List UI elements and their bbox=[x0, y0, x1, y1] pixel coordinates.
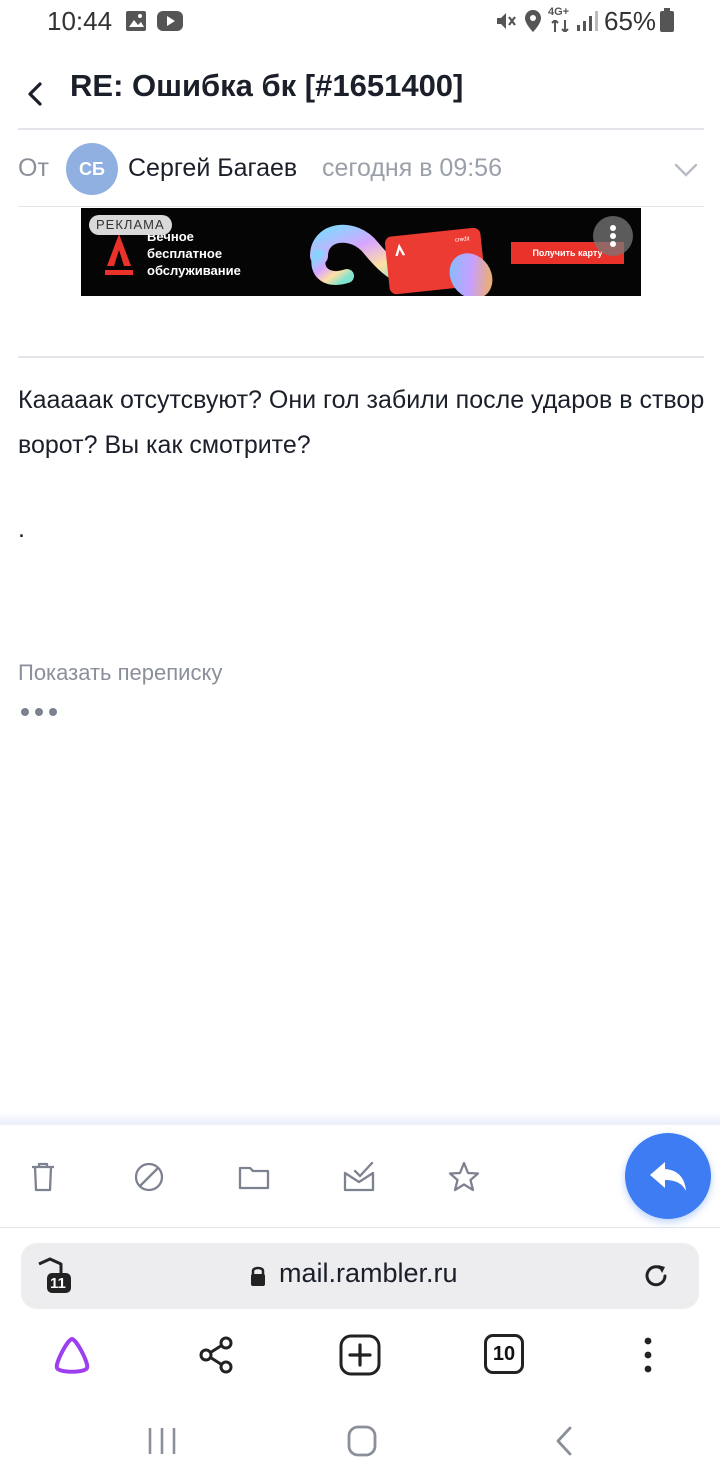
tab-count: 10 bbox=[492, 1342, 516, 1365]
reply-button[interactable] bbox=[625, 1133, 711, 1219]
share-icon[interactable] bbox=[194, 1333, 238, 1377]
sender-name[interactable]: Сергей Багаев bbox=[128, 154, 297, 183]
ad-menu-button[interactable] bbox=[593, 216, 633, 256]
status-time: 10:44 bbox=[47, 6, 113, 36]
tab-count-button[interactable]: 10 bbox=[484, 1334, 524, 1374]
ad-label: РЕКЛАМА bbox=[89, 215, 172, 235]
trash-icon[interactable] bbox=[25, 1159, 61, 1195]
youtube-icon bbox=[157, 11, 183, 31]
home-icon[interactable] bbox=[342, 1424, 382, 1458]
show-thread-link[interactable]: Показать переписку bbox=[18, 660, 222, 686]
more-vertical-icon[interactable] bbox=[626, 1333, 670, 1377]
chevron-down-icon[interactable] bbox=[672, 156, 700, 184]
ad-banner[interactable]: Вечное бесплатное обслуживание credit По… bbox=[81, 208, 641, 296]
sent-time: сегодня в 09:56 bbox=[322, 154, 502, 182]
divider bbox=[18, 128, 704, 130]
star-icon[interactable] bbox=[446, 1159, 482, 1195]
more-vertical-icon bbox=[610, 225, 616, 247]
avatar: СБ bbox=[66, 143, 118, 195]
mark-read-icon[interactable] bbox=[341, 1159, 377, 1195]
reply-icon bbox=[650, 1162, 686, 1191]
back-button[interactable] bbox=[18, 74, 54, 114]
new-tab-icon[interactable] bbox=[338, 1333, 382, 1377]
alice-assistant-icon[interactable] bbox=[50, 1333, 94, 1377]
alfa-logo-icon bbox=[105, 234, 133, 275]
action-bar bbox=[0, 1124, 720, 1228]
shield-count: 11 bbox=[50, 1275, 66, 1292]
url-text[interactable]: mail.rambler.ru bbox=[279, 1258, 458, 1289]
location-icon bbox=[525, 10, 541, 32]
reload-icon[interactable] bbox=[641, 1261, 671, 1291]
message-body: Каааaак отсутсвуют? Они гол забили после… bbox=[18, 386, 705, 459]
recent-apps-icon[interactable] bbox=[142, 1424, 182, 1458]
browser-nav: 10 bbox=[0, 1325, 720, 1385]
back-nav-icon[interactable] bbox=[544, 1424, 584, 1458]
avatar-initials: СБ bbox=[79, 158, 105, 179]
ad-graphic-icon: credit bbox=[310, 224, 493, 296]
data-arrows-icon bbox=[551, 20, 569, 32]
status-bar: 10:44 4G+ 65% bbox=[0, 0, 720, 44]
system-nav bbox=[0, 1410, 720, 1480]
battery-icon bbox=[660, 8, 674, 32]
mute-icon bbox=[497, 13, 516, 29]
message-dot: . bbox=[18, 515, 25, 543]
from-label: От bbox=[18, 154, 49, 182]
ad-text: Вечное бесплатное обслуживание bbox=[147, 229, 241, 278]
email-header: RE: Ошибка бк [#1651400] bbox=[0, 56, 720, 126]
divider bbox=[18, 356, 704, 358]
gallery-icon bbox=[126, 11, 146, 31]
browser-url-bar[interactable]: 11 mail.rambler.ru bbox=[21, 1243, 699, 1309]
network-type: 4G+ bbox=[548, 6, 570, 18]
signal-icon bbox=[577, 11, 598, 31]
sender-row[interactable]: От СБ Сергей Багаев сегодня в 09:56 bbox=[0, 140, 720, 200]
tabs-shield-button[interactable]: 11 bbox=[35, 1256, 75, 1296]
folder-icon[interactable] bbox=[236, 1159, 272, 1195]
lock-icon bbox=[251, 1266, 265, 1286]
thread-dots-icon[interactable] bbox=[20, 702, 60, 722]
email-subject: RE: Ошибка бк [#1651400] bbox=[70, 68, 464, 103]
battery-percent: 65% bbox=[604, 6, 657, 36]
spam-icon[interactable] bbox=[131, 1159, 167, 1195]
divider bbox=[18, 206, 704, 207]
